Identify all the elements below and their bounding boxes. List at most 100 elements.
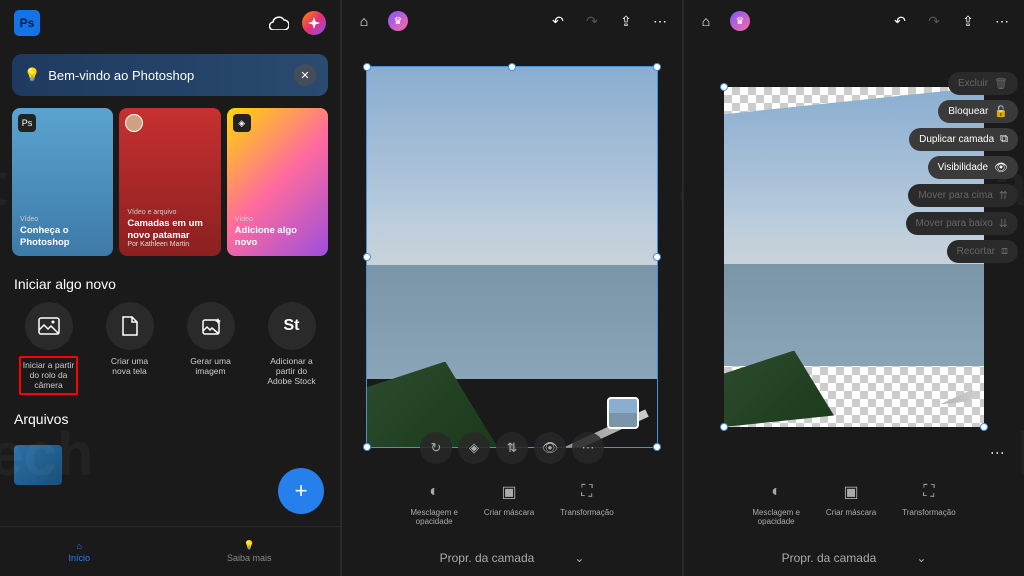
nav-home[interactable]: ⌂ Início [68,541,90,563]
handle-top-right[interactable] [653,63,661,71]
layer-context-menu: Excluir 🗑 Bloquear 🔓 Duplicar camada ⧉ V… [906,72,1018,263]
lightbulb-icon: 💡 [244,540,255,551]
duplicate-icon: ⧉ [1000,133,1008,146]
nav-learn[interactable]: 💡 Saiba mais [227,540,272,563]
ctx-move-up: Mover para cima ⇈ [908,184,1018,207]
chevron-down-icon: ⌄ [574,551,584,565]
chevron-down-icon: ⌄ [916,551,926,565]
premium-icon[interactable]: ♛ [730,11,750,31]
adobe-stock-option[interactable]: St Adicionar a partir do Adobe Stock [253,302,330,395]
home-icon[interactable]: ⌂ [696,11,716,31]
mask-icon: ▣ [497,480,521,504]
reset-icon[interactable]: ↻ [420,432,452,464]
start-new-title: Iniciar algo novo [0,260,340,302]
more-vertical-icon[interactable]: ⋮ [990,446,1006,458]
handle-bot-left[interactable] [363,443,371,451]
handle-bot-right[interactable] [653,443,661,451]
tutorial-card[interactable]: Ps Vídeo Conheça o Photoshop [12,108,113,256]
handle-bot-left[interactable] [720,423,728,431]
blend-tool[interactable]: ◐ Mesclagem e opacidade [410,480,458,542]
lightbulb-icon: 💡 [24,67,40,83]
generate-image-option[interactable]: Gerar uma imagem [172,302,249,395]
ctx-delete: Excluir 🗑 [948,72,1018,95]
share-icon[interactable]: ⇪ [958,11,978,31]
handle-mid-left[interactable] [363,253,371,261]
create-fab[interactable]: + [278,468,324,514]
editor-panel: a ⌂ ♛ ↶ ↷ ⇪ ⋯ [342,0,682,576]
redo-icon[interactable]: ↷ [582,11,602,31]
ctx-duplicate[interactable]: Duplicar camada ⧉ [909,128,1018,151]
handle-top-left[interactable] [363,63,371,71]
share-icon[interactable]: ⇪ [616,11,636,31]
author-avatar [125,114,143,132]
blend-tool[interactable]: ◐ Mesclagem e opacidade [752,480,800,542]
home-header: Ps [0,0,340,46]
tutorial-cards: Ps Vídeo Conheça o Photoshop Vídeo e arq… [0,104,340,260]
layer-thumbnail[interactable] [607,397,639,429]
sparkle-image-icon [187,302,235,350]
mask-tool[interactable]: ▣ Criar máscara [484,480,534,542]
new-options-row: Iniciar a partir do rolo da câmera Criar… [0,302,340,395]
arrange-icon[interactable]: ⇅ [496,432,528,464]
ai-badge-icon[interactable] [302,11,326,35]
tutorial-card[interactable]: ◈ Vídeo Adicione algo novo [227,108,328,256]
layer-props-bar[interactable]: Propr. da camada ⌄ [342,542,682,574]
blend-icon: ◐ [422,480,446,504]
eye-icon: 👁 [994,161,1008,174]
transform-icon: ⛶ [575,480,599,504]
more-icon[interactable]: ⋯ [650,11,670,31]
photoshop-logo: Ps [14,10,40,36]
layers-icon[interactable]: ◈ [458,432,490,464]
handle-bot-right[interactable] [980,423,988,431]
undo-icon[interactable]: ↶ [548,11,568,31]
new-canvas-option[interactable]: Criar uma nova tela [91,302,168,395]
transform-tool[interactable]: ⛶ Transformação [560,480,614,542]
image-icon [25,302,73,350]
canvas-area: Excluir 🗑 Bloquear 🔓 Duplicar camada ⧉ V… [684,42,1024,472]
camera-roll-option[interactable]: Iniciar a partir do rolo da câmera [10,302,87,395]
home-icon: ⌂ [77,541,82,551]
transform-tool[interactable]: ⛶ Transformação [902,480,956,542]
handle-top-left[interactable] [720,83,728,91]
handle-mid-right[interactable] [653,253,661,261]
crop-icon: ⧈ [1001,245,1008,258]
image-selection[interactable] [367,67,657,447]
premium-icon[interactable]: ♛ [388,11,408,31]
close-button[interactable]: ✕ [294,64,316,86]
trash-icon: 🗑 [994,77,1008,90]
mask-tool[interactable]: ▣ Criar máscara [826,480,876,542]
undo-icon[interactable]: ↶ [890,11,910,31]
home-panel: lt ech Ps 💡 Bem-vindo ao Photoshop ✕ Ps … [0,0,340,576]
redo-icon[interactable]: ↷ [924,11,944,31]
welcome-banner: 💡 Bem-vindo ao Photoshop ✕ [12,54,328,96]
tutorial-card[interactable]: Vídeo e arquivo Camadas em um novo patam… [119,108,220,256]
up-icon: ⇈ [999,189,1008,202]
visibility-icon[interactable]: 👁 [534,432,566,464]
canvas-area: ↻ ◈ ⇅ 👁 ⋯ [342,42,682,472]
home-icon[interactable]: ⌂ [354,11,374,31]
file-thumbnail[interactable] [14,445,62,485]
bottom-tools: ◐ Mesclagem e opacidade ▣ Criar máscara … [342,472,682,542]
ctx-move-down: Mover para baixo ⇊ [906,212,1018,235]
editor-header: ⌂ ♛ ↶ ↷ ⇪ ⋯ [342,0,682,42]
editor-header: ⌂ ♛ ↶ ↷ ⇪ ⋯ [684,0,1024,42]
handle-top-mid[interactable] [508,63,516,71]
more-icon[interactable]: ⋯ [992,11,1012,31]
more-icon[interactable]: ⋯ [572,432,604,464]
ctx-lock[interactable]: Bloquear 🔓 [938,100,1018,123]
tool-badge-icon: ◈ [233,114,251,132]
image-content [367,67,657,447]
cloud-icon[interactable] [268,12,290,34]
blend-icon: ◐ [764,480,788,504]
bottom-tools: ◐ Mesclagem e opacidade ▣ Criar máscara … [684,472,1024,542]
down-icon: ⇊ [999,217,1008,230]
transform-icon: ⛶ [917,480,941,504]
files-title: Arquivos [0,395,340,437]
plus-icon: + [295,478,308,504]
bottom-nav: ⌂ Início 💡 Saiba mais [0,526,340,576]
welcome-title: Bem-vindo ao Photoshop [48,68,194,83]
file-icon [106,302,154,350]
ps-badge-icon: Ps [18,114,36,132]
ctx-visibility[interactable]: Visibilidade 👁 [928,156,1018,179]
layer-props-bar[interactable]: Propr. da camada ⌄ [684,542,1024,574]
